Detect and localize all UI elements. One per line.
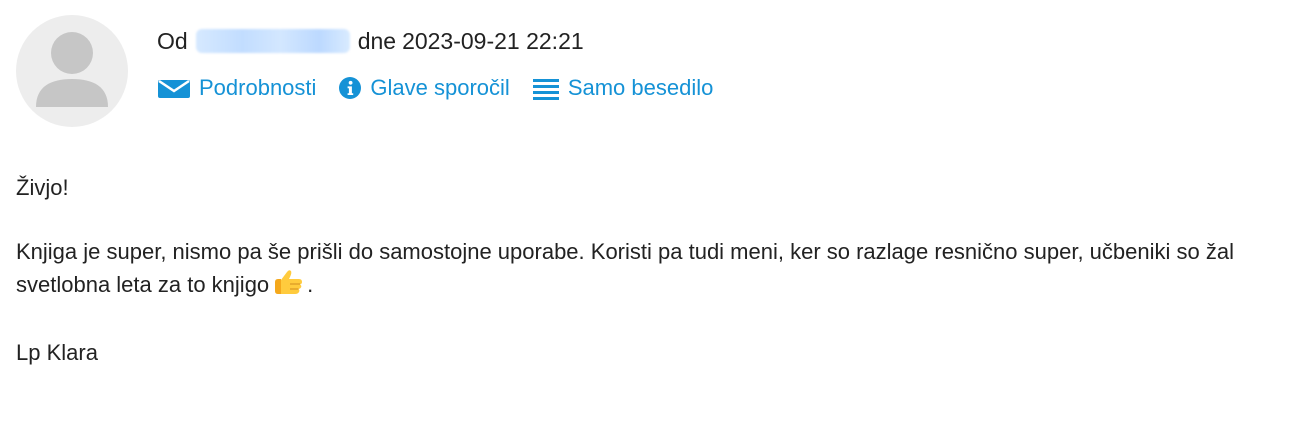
message-greeting: Živjo! [16, 175, 69, 200]
user-silhouette-icon [36, 32, 108, 107]
sender-name-redacted [195, 29, 350, 53]
message-header: Od dne 2023-09-21 22:21 [157, 26, 584, 56]
message-body: Živjo! Knjiga je super, nismo pa še priš… [16, 172, 1286, 369]
message-paragraph-text: Knjiga je super, nismo pa še prišli do s… [16, 239, 1234, 297]
sender-avatar [16, 15, 128, 127]
message-paragraph-end: . [307, 272, 314, 297]
message-paragraph: Knjiga je super, nismo pa še prišli do s… [16, 236, 1286, 305]
from-label: Od [157, 27, 188, 54]
envelope-icon [157, 77, 191, 99]
list-lines-icon [532, 76, 560, 100]
thumbs-up-icon [270, 268, 306, 305]
headers-link[interactable]: Glave sporočil [338, 75, 510, 101]
plain-text-link[interactable]: Samo besedilo [532, 75, 714, 101]
plain-text-link-label: Samo besedilo [567, 75, 714, 100]
date-label: dne [357, 27, 397, 54]
details-link-label: Podrobnosti [199, 75, 317, 100]
details-link[interactable]: Podrobnosti [157, 75, 316, 101]
headers-link-label: Glave sporočil [370, 75, 510, 100]
message-datetime: 2023-09-21 22:21 [402, 27, 584, 54]
message-view: Od dne 2023-09-21 22:21 Podrobnosti Glav… [0, 0, 1300, 426]
info-icon [338, 76, 362, 100]
message-signature: Lp Klara [16, 340, 98, 365]
message-actions: Podrobnosti Glave sporočil Samo besedilo [157, 72, 713, 104]
